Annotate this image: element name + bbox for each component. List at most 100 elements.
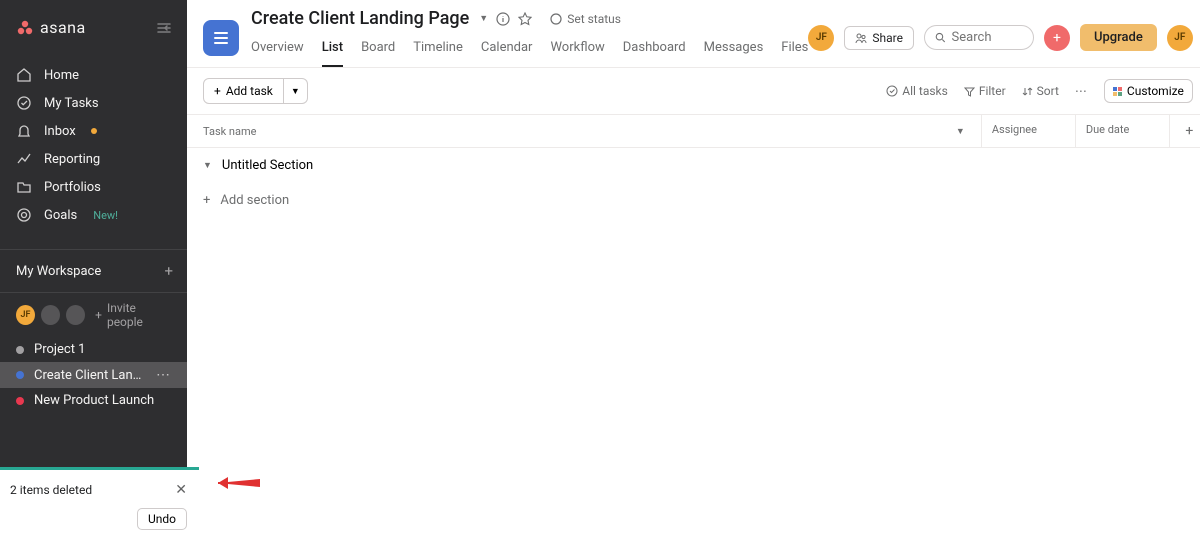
target-icon [16,207,32,223]
section-row[interactable]: ▼ Untitled Section [187,148,1200,183]
project-name: Project 1 [34,342,171,357]
project-item[interactable]: Create Client Landin… ⋯ [0,362,187,388]
invite-people[interactable]: + Invite people [95,301,171,329]
nav-label: Home [44,68,79,83]
close-icon[interactable]: ✕ [175,482,187,498]
project-item[interactable]: Project 1 [0,337,187,362]
chevron-down-icon[interactable]: ▼ [956,126,965,137]
add-task-dropdown[interactable]: ▼ [284,78,308,104]
add-section-label: Add section [220,193,289,208]
workspace-members: JF + Invite people [0,293,187,337]
tab-calendar[interactable]: Calendar [481,34,533,67]
upgrade-button[interactable]: Upgrade [1080,24,1157,51]
plus-icon: + [214,84,221,98]
add-task-button[interactable]: + Add task [203,78,284,104]
chart-icon [16,151,32,167]
column-headers: Task name ▼ Assignee Due date + [187,115,1200,148]
sort-label: Sort [1037,84,1059,98]
plus-icon: + [203,193,210,208]
col-due-date[interactable]: Due date [1075,115,1169,147]
nav-label: Inbox [44,124,76,139]
project-item[interactable]: New Product Launch [0,388,187,413]
search-field[interactable] [952,30,1023,45]
nav-home[interactable]: Home [0,61,187,89]
main-nav: Home My Tasks Inbox Reporting Portfolios… [0,45,187,239]
filter-icon [964,86,975,97]
customize-button[interactable]: Customize [1104,79,1193,103]
nav-inbox[interactable]: Inbox [0,117,187,145]
avatar[interactable]: JF [16,305,35,325]
star-icon[interactable] [518,12,532,26]
add-column-button[interactable]: + [1169,115,1200,147]
more-icon[interactable]: ⋯ [156,367,171,383]
collapse-sidebar-icon[interactable] [155,19,173,37]
nav-label: Goals [44,208,77,223]
status-circle-icon [550,13,562,25]
sort-button[interactable]: Sort [1022,84,1059,98]
tab-board[interactable]: Board [361,34,395,67]
chevron-down-icon[interactable]: ▼ [479,13,488,24]
chevron-down-icon: ▼ [291,86,300,97]
nav-label: Reporting [44,152,100,167]
project-name: Create Client Landin… [34,368,146,383]
more-options[interactable]: ⋯ [1075,84,1088,98]
new-badge: New! [93,209,118,222]
undo-button[interactable]: Undo [137,508,187,530]
col-assignee[interactable]: Assignee [981,115,1075,147]
project-header: Create Client Landing Page ▼ Set status [187,0,1200,68]
filter-label: Filter [979,84,1006,98]
nav-goals[interactable]: Goals New! [0,201,187,229]
nav-my-tasks[interactable]: My Tasks [0,89,187,117]
search-input[interactable] [924,25,1034,50]
main-content: Create Client Landing Page ▼ Set status [187,0,1200,540]
tab-list[interactable]: List [322,34,343,67]
undo-toast: 2 items deleted ✕ Undo [0,467,199,540]
workspace-label: My Workspace [16,264,101,279]
project-color-dot [16,346,24,354]
check-circle-icon [886,85,898,97]
list-icon [211,28,231,48]
invite-label: Invite people [107,301,171,329]
quick-add-button[interactable]: + [1044,25,1070,51]
toast-message: 2 items deleted [10,483,92,497]
tab-workflow[interactable]: Workflow [550,34,604,67]
sidebar: asana Home My Tasks Inbox Reporting Port… [0,0,187,540]
avatar-placeholder [41,305,60,325]
member-avatar[interactable]: JF [808,25,834,51]
all-tasks-filter[interactable]: All tasks [886,84,948,98]
set-status-button[interactable]: Set status [550,12,621,26]
asana-logo[interactable]: asana [16,18,86,37]
add-section-button[interactable]: + Add section [187,183,1200,218]
nav-reporting[interactable]: Reporting [0,145,187,173]
tab-files[interactable]: Files [781,34,808,67]
tab-overview[interactable]: Overview [251,34,304,67]
page-title[interactable]: Create Client Landing Page [251,8,469,29]
workspace-header[interactable]: My Workspace + [0,249,187,293]
section-name[interactable]: Untitled Section [222,158,313,173]
col-task-name: Task name [203,125,256,138]
bell-icon [16,123,32,139]
nav-label: My Tasks [44,96,99,111]
info-icon[interactable] [496,12,510,26]
tab-messages[interactable]: Messages [704,34,764,67]
tab-dashboard[interactable]: Dashboard [623,34,686,67]
asana-logo-icon [16,19,34,37]
share-label: Share [872,31,903,45]
project-tabs: Overview List Board Timeline Calendar Wo… [251,34,808,67]
project-color-dot [16,397,24,405]
share-button[interactable]: Share [844,26,914,50]
project-icon[interactable] [203,20,239,56]
add-task-label: Add task [226,84,273,98]
plus-icon[interactable]: + [164,262,173,280]
user-avatar[interactable]: JF [1167,25,1193,51]
tab-timeline[interactable]: Timeline [413,34,463,67]
plus-icon: + [1053,30,1061,46]
avatar-placeholder [66,305,85,325]
people-icon [855,32,867,44]
nav-portfolios[interactable]: Portfolios [0,173,187,201]
filter-button[interactable]: Filter [964,84,1006,98]
all-tasks-label: All tasks [902,84,948,98]
plus-icon: + [95,308,102,322]
folder-icon [16,179,32,195]
collapse-section-icon[interactable]: ▼ [203,160,212,171]
